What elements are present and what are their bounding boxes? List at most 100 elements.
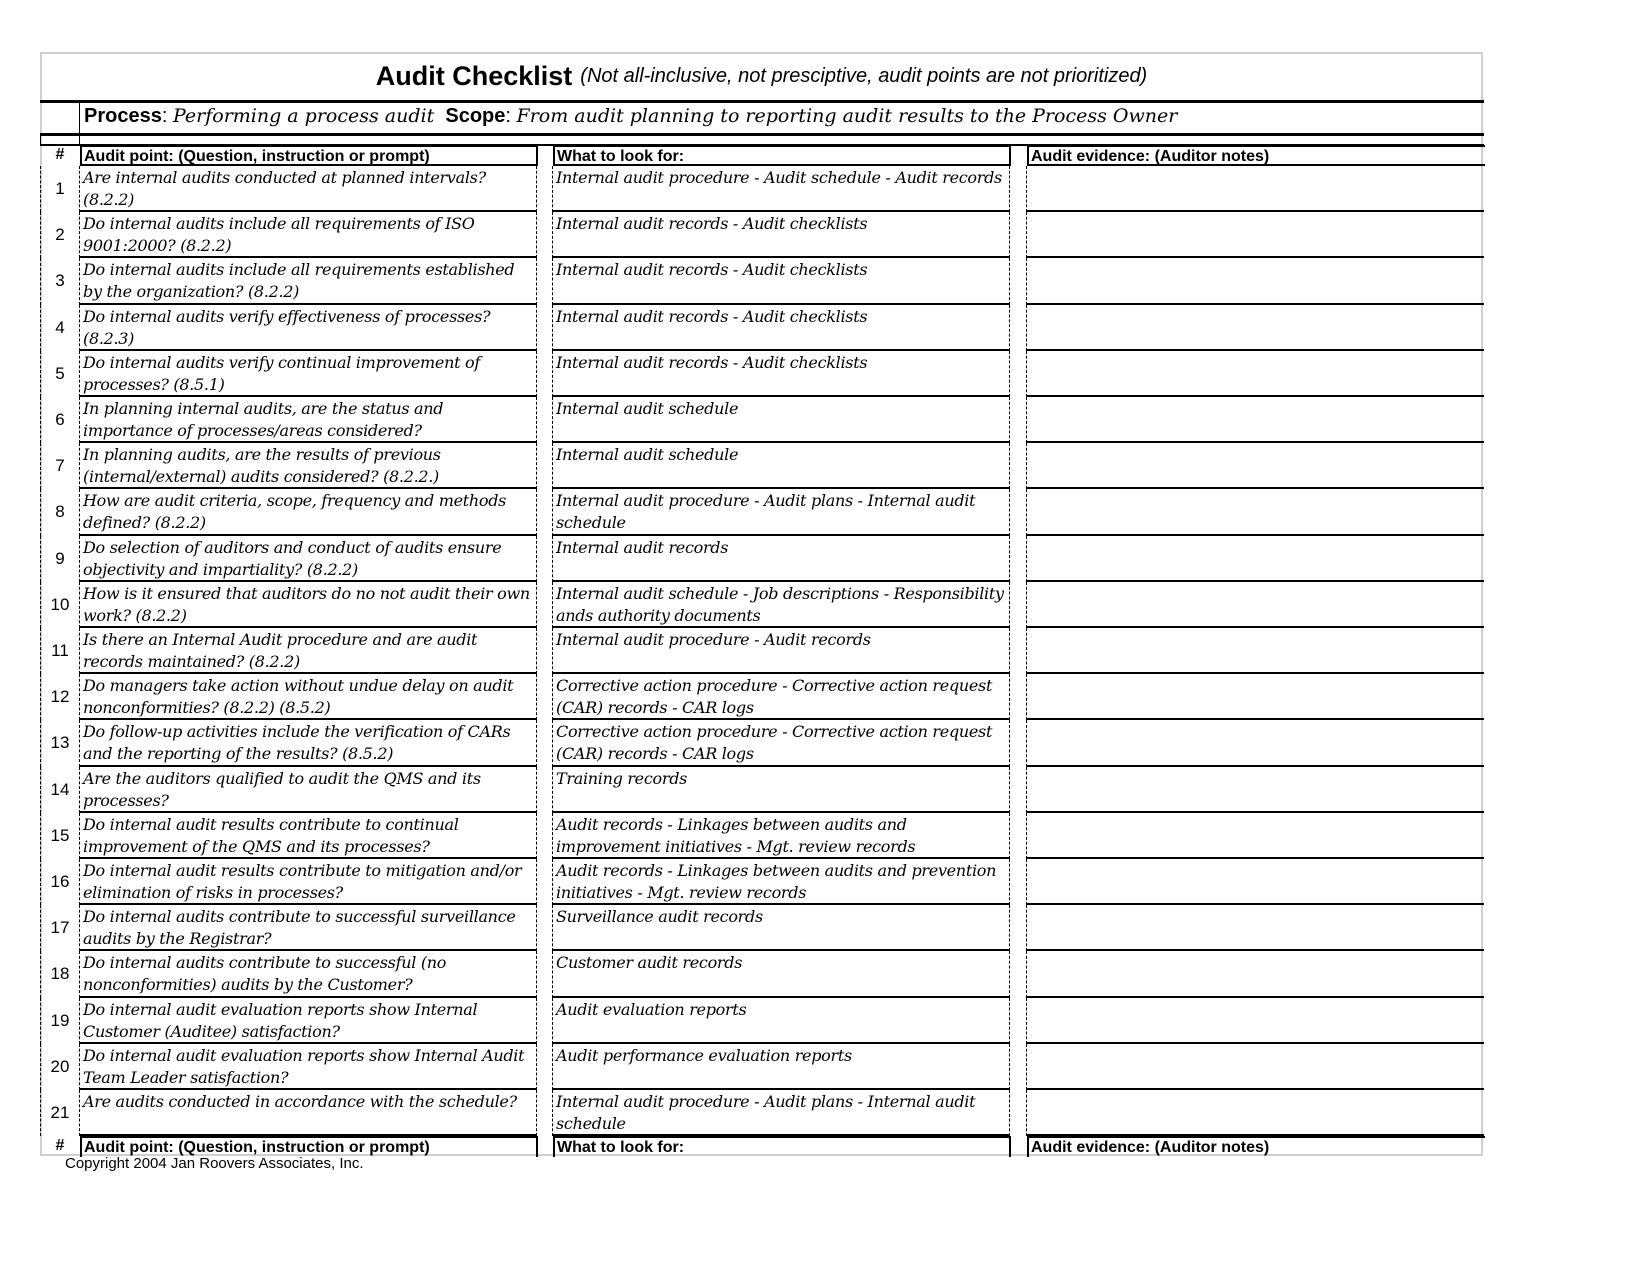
column-gap (1010, 1090, 1027, 1137)
scope-value: From audit planning to reporting audit r… (516, 105, 1178, 127)
table-row: 1 Are internal audits conducted at planne… (40, 166, 1484, 213)
audit-point-cell: Do internal audit results contribute to … (80, 812, 537, 859)
audit-evidence-cell[interactable] (1027, 767, 1484, 813)
audit-evidence-cell[interactable] (1027, 212, 1484, 259)
audit-evidence-cell[interactable] (1027, 1044, 1484, 1090)
audit-point-cell: Do selection of auditors and conduct of … (80, 535, 537, 582)
row-number: 16 (40, 859, 80, 906)
audit-evidence-cell[interactable] (1027, 258, 1484, 305)
copyright-text: Copyright 2004 Jan Roovers Associates, I… (65, 1155, 364, 1172)
table-row: 20 Do internal audit evaluation reports s… (40, 1043, 1484, 1090)
audit-evidence-cell[interactable] (1027, 397, 1484, 444)
column-gap (1010, 350, 1027, 397)
table-row: 18 Do internal audits contribute to succe… (40, 951, 1484, 998)
row-number: 17 (40, 905, 80, 952)
column-gap (537, 720, 553, 767)
table-row: 17 Do internal audits contribute to succe… (40, 905, 1484, 952)
column-gap (1010, 628, 1027, 675)
audit-point-cell: Are the auditors qualified to audit the … (80, 766, 537, 813)
look-for-cell: Corrective action procedure - Corrective… (553, 720, 1010, 767)
audit-point-cell: In planning audits, are the results of p… (80, 443, 537, 490)
process-value: Performing a process audit (172, 105, 435, 127)
audit-point-cell: Do internal audits include all requireme… (80, 258, 537, 305)
audit-evidence-cell[interactable] (1027, 628, 1484, 675)
column-gap (1010, 720, 1027, 767)
audit-evidence-cell[interactable] (1027, 905, 1484, 952)
row-number: 13 (40, 720, 80, 767)
audit-point-cell: Do internal audits verify continual impr… (80, 350, 537, 397)
look-for-cell: Internal audit procedure - Audit records (553, 628, 1010, 675)
look-for-cell: Internal audit schedule (553, 397, 1010, 444)
audit-evidence-cell[interactable] (1027, 166, 1484, 213)
look-for-cell: Internal audit records - Audit checklist… (553, 212, 1010, 259)
column-gap (537, 1043, 553, 1090)
audit-point-cell: Do internal audit evaluation reports sho… (80, 1043, 537, 1090)
look-for-cell: Audit evaluation reports (553, 997, 1010, 1044)
look-for-cell: Audit performance evaluation reports (553, 1043, 1010, 1090)
column-gap (1010, 674, 1027, 721)
column-gap (1010, 489, 1027, 536)
audit-evidence-cell[interactable] (1027, 1090, 1484, 1137)
row-number: 15 (40, 812, 80, 859)
look-for-cell: Audit records - Linkages between audits … (553, 812, 1010, 859)
column-gap (1010, 766, 1027, 813)
table-row: 5 Do internal audits verify continual imp… (40, 350, 1484, 397)
column-gap (537, 166, 553, 213)
header-look-for: What to look for: (553, 145, 1011, 166)
table-row: 14 Are the auditors qualified to audit th… (40, 766, 1484, 813)
footer-header-num: # (55, 1137, 65, 1154)
audit-evidence-cell[interactable] (1027, 443, 1484, 490)
footer-header-audit-point: Audit point: (Question, instruction or p… (80, 1136, 538, 1157)
row-number: 1 (40, 166, 80, 213)
table-row: 16 Do internal audit results contribute t… (40, 859, 1484, 906)
table-row: 11 Is there an Internal Audit procedure a… (40, 628, 1484, 675)
look-for-cell: Internal audit records (553, 535, 1010, 582)
process-scope-text: Process: Performing a process audit Scop… (84, 105, 1177, 128)
table-row: 9 Do selection of auditors and conduct of… (40, 535, 1484, 582)
column-gap (1010, 1043, 1027, 1090)
look-for-cell: Customer audit records (553, 951, 1010, 998)
audit-evidence-cell[interactable] (1027, 536, 1484, 582)
audit-evidence-cell[interactable] (1027, 351, 1484, 397)
row-number: 14 (40, 766, 80, 813)
column-gap (537, 997, 553, 1044)
column-gap (537, 905, 553, 952)
header-audit-point: Audit point: (Question, instruction or p… (80, 145, 538, 166)
audit-point-cell: Are audits conducted in accordance with … (80, 1090, 537, 1137)
audit-point-cell: Do internal audit evaluation reports sho… (80, 997, 537, 1044)
audit-evidence-cell[interactable] (1027, 720, 1484, 767)
column-gap (1010, 166, 1027, 213)
row-number: 3 (40, 258, 80, 305)
column-gap (1010, 951, 1027, 998)
audit-evidence-cell[interactable] (1027, 951, 1484, 998)
look-for-cell: Internal audit schedule (553, 443, 1010, 490)
process-label: Process (84, 105, 162, 127)
row-number: 9 (40, 535, 80, 582)
row-number: 21 (40, 1090, 80, 1137)
audit-point-cell: Do managers take action without undue de… (80, 674, 537, 721)
audit-evidence-cell[interactable] (1027, 859, 1484, 906)
audit-evidence-cell[interactable] (1027, 305, 1484, 351)
audit-evidence-cell[interactable] (1027, 813, 1484, 859)
look-for-cell: Corrective action procedure - Corrective… (553, 674, 1010, 721)
column-gap (1010, 859, 1027, 906)
table-row: 12 Do managers take action without undue … (40, 674, 1484, 721)
row-number: 19 (40, 997, 80, 1044)
audit-point-cell: How are audit criteria, scope, frequency… (80, 489, 537, 536)
row-number: 2 (40, 212, 80, 259)
audit-evidence-cell[interactable] (1027, 489, 1484, 536)
row-number: 8 (40, 489, 80, 536)
look-for-cell: Training records (553, 766, 1010, 813)
process-row-spacer (40, 103, 80, 133)
audit-evidence-cell[interactable] (1027, 582, 1484, 628)
column-gap (537, 628, 553, 675)
audit-point-cell: Do internal audits include all requireme… (80, 212, 537, 259)
audit-evidence-cell[interactable] (1027, 674, 1484, 721)
footer-header-evidence: Audit evidence: (Auditor notes) (1027, 1136, 1485, 1157)
table-row: 10 How is it ensured that auditors do no … (40, 581, 1484, 628)
table-row: 13 Do follow-up activities include the ve… (40, 720, 1484, 767)
table-row: 3 Do internal audits include all requirem… (40, 258, 1484, 305)
look-for-cell: Internal audit records - Audit checklist… (553, 304, 1010, 351)
audit-evidence-cell[interactable] (1027, 998, 1484, 1044)
look-for-cell: Internal audit procedure - Audit plans -… (553, 489, 1010, 536)
